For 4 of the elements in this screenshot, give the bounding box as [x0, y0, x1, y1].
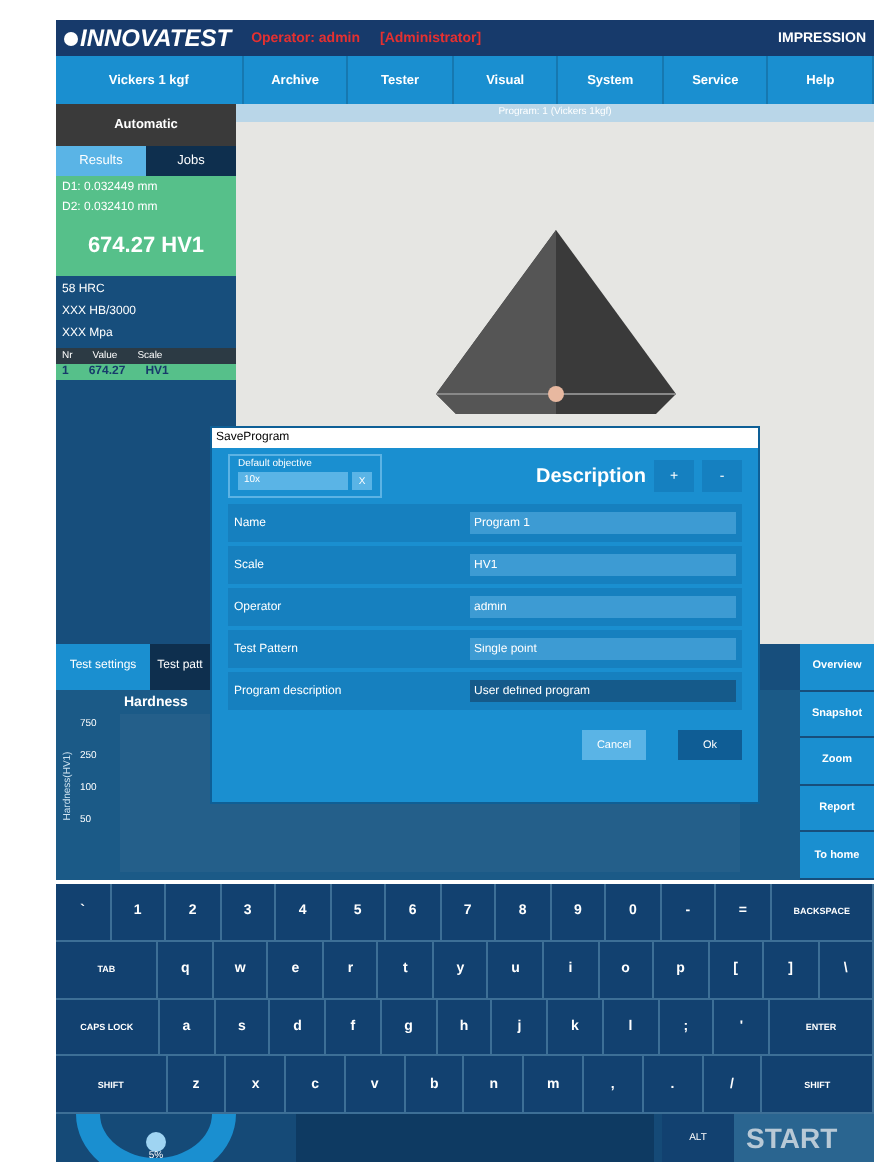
brand-logo: INNOVATEST: [64, 24, 232, 52]
start-button[interactable]: START: [734, 1114, 874, 1162]
hardness-value: 674.27 HV1: [85, 232, 207, 262]
description-heading: Description: [535, 465, 646, 487]
